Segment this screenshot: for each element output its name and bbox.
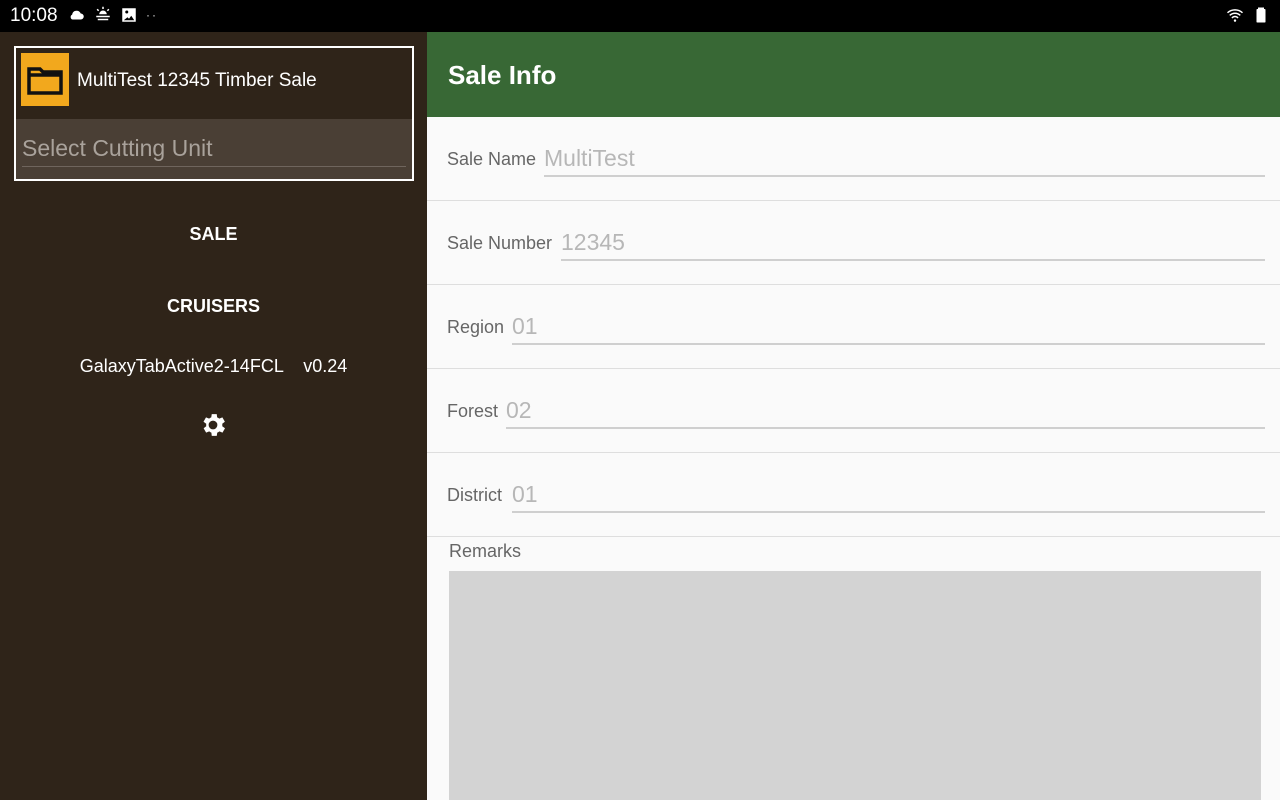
field-value: 01 bbox=[512, 481, 538, 507]
field-row-district: District 01 bbox=[427, 453, 1280, 537]
wifi-icon bbox=[1227, 9, 1243, 22]
field-label: Forest bbox=[447, 401, 499, 421]
sale-info-page: Sale Info Sale Name MultiTest Sale Numbe… bbox=[427, 32, 1280, 800]
district-input[interactable]: 01 bbox=[512, 477, 1265, 513]
sale-name-input[interactable]: MultiTest bbox=[544, 141, 1265, 177]
field-value: 02 bbox=[506, 397, 532, 423]
forest-input[interactable]: 02 bbox=[506, 393, 1265, 429]
cutting-unit-dropdown[interactable]: Select Cutting Unit bbox=[16, 119, 412, 179]
gallery-icon bbox=[122, 8, 136, 22]
field-row-region: Region 01 bbox=[427, 285, 1280, 369]
region-input[interactable]: 01 bbox=[512, 309, 1265, 345]
sale-selector[interactable]: MultiTest 12345 Timber Sale Select Cutti… bbox=[14, 46, 414, 181]
field-label: District bbox=[447, 485, 502, 505]
device-info: GalaxyTabActive2-14FCL v0.24 bbox=[0, 356, 427, 377]
page-title: Sale Info bbox=[448, 60, 557, 90]
cutting-unit-underline bbox=[22, 166, 406, 167]
folder-icon[interactable] bbox=[21, 53, 69, 106]
field-label: Sale Number bbox=[447, 233, 553, 253]
gear-icon[interactable] bbox=[198, 410, 228, 440]
app-bar: Sale Info bbox=[427, 32, 1280, 117]
field-value: 12345 bbox=[561, 229, 625, 255]
app-version: v0.24 bbox=[303, 356, 348, 376]
sale-title: MultiTest 12345 Timber Sale bbox=[77, 70, 317, 91]
field-value: 01 bbox=[512, 313, 538, 339]
field-row-forest: Forest 02 bbox=[427, 369, 1280, 453]
field-row-sale-number: Sale Number 12345 bbox=[427, 201, 1280, 285]
sale-number-input[interactable]: 12345 bbox=[561, 225, 1265, 261]
nav-item-cruisers[interactable]: CRUISERS bbox=[0, 296, 427, 317]
remarks-label: Remarks bbox=[449, 541, 522, 561]
more-notifications-icon: ·· bbox=[146, 8, 158, 22]
cutting-unit-placeholder: Select Cutting Unit bbox=[22, 135, 213, 161]
battery-icon bbox=[1256, 7, 1266, 23]
field-label: Region bbox=[447, 317, 505, 337]
device-name: GalaxyTabActive2-14FCL bbox=[79, 356, 284, 376]
system-icons bbox=[1226, 6, 1270, 24]
navigation-drawer: MultiTest 12345 Timber Sale Select Cutti… bbox=[0, 32, 427, 800]
status-bar: 10:08 ·· bbox=[0, 0, 1280, 32]
field-label: Sale Name bbox=[447, 149, 537, 169]
cloud-icon bbox=[70, 10, 84, 20]
remarks-textarea[interactable] bbox=[449, 571, 1261, 800]
nav-item-sale[interactable]: SALE bbox=[0, 224, 427, 245]
notification-icons: ·· bbox=[68, 6, 158, 24]
clock: 10:08 bbox=[10, 5, 58, 26]
field-value: MultiTest bbox=[544, 145, 635, 171]
field-row-sale-name: Sale Name MultiTest bbox=[427, 117, 1280, 201]
weather-icon bbox=[96, 6, 110, 21]
